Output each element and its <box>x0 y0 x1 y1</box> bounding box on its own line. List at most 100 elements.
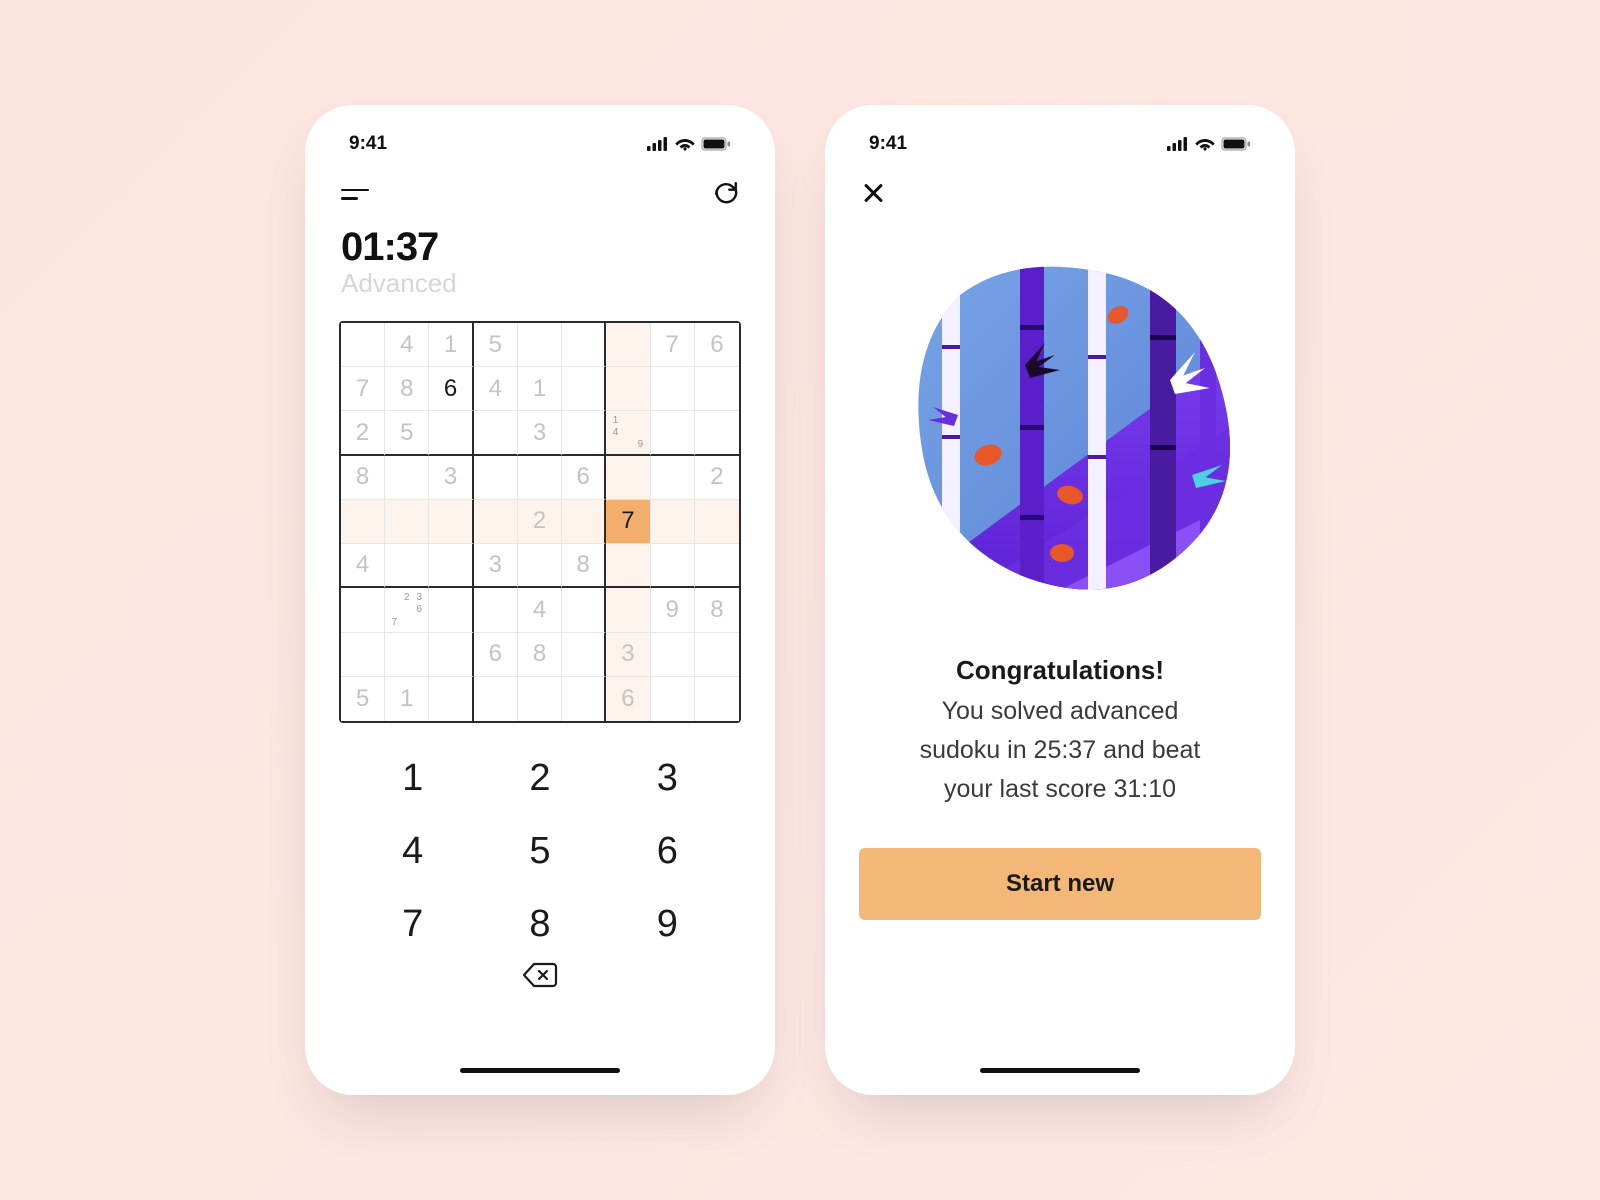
cell-5-6[interactable] <box>606 544 650 588</box>
cell-5-7[interactable] <box>651 544 695 588</box>
cell-3-8[interactable]: 2 <box>695 456 739 500</box>
cell-7-6[interactable]: 3 <box>606 633 650 677</box>
cell-8-1[interactable]: 1 <box>385 677 429 721</box>
cell-8-7[interactable] <box>651 677 695 721</box>
cell-4-8[interactable] <box>695 500 739 544</box>
key-1[interactable]: 1 <box>349 745 476 812</box>
cell-1-8[interactable] <box>695 367 739 411</box>
cell-6-2[interactable] <box>429 588 473 632</box>
cell-2-3[interactable] <box>474 411 518 455</box>
key-8[interactable]: 8 <box>476 891 603 958</box>
start-new-button[interactable]: Start new <box>859 848 1261 920</box>
top-bar <box>859 163 1261 205</box>
congrats-illustration <box>870 235 1250 615</box>
cell-0-1[interactable]: 4 <box>385 323 429 367</box>
cell-4-2[interactable] <box>429 500 473 544</box>
battery-icon <box>1221 137 1251 151</box>
cell-2-8[interactable] <box>695 411 739 455</box>
cell-6-0[interactable] <box>341 588 385 632</box>
cell-8-6[interactable]: 6 <box>606 677 650 721</box>
cell-5-3[interactable]: 3 <box>474 544 518 588</box>
cell-4-3[interactable] <box>474 500 518 544</box>
cell-4-5[interactable] <box>562 500 606 544</box>
cell-4-6[interactable]: 7 <box>606 500 650 544</box>
cell-0-5[interactable] <box>562 323 606 367</box>
key-5[interactable]: 5 <box>476 818 603 885</box>
cell-2-4[interactable]: 3 <box>518 411 562 455</box>
cell-6-5[interactable] <box>562 588 606 632</box>
cell-4-1[interactable] <box>385 500 429 544</box>
cell-8-4[interactable] <box>518 677 562 721</box>
cell-8-3[interactable] <box>474 677 518 721</box>
cell-1-1[interactable]: 8 <box>385 367 429 411</box>
cell-5-1[interactable] <box>385 544 429 588</box>
cell-1-7[interactable] <box>651 367 695 411</box>
cell-3-6[interactable] <box>606 456 650 500</box>
key-4[interactable]: 4 <box>349 818 476 885</box>
refresh-icon[interactable] <box>713 181 739 207</box>
erase-icon[interactable] <box>522 962 558 988</box>
cell-4-7[interactable] <box>651 500 695 544</box>
cell-6-3[interactable] <box>474 588 518 632</box>
cell-7-8[interactable] <box>695 633 739 677</box>
cell-5-2[interactable] <box>429 544 473 588</box>
cell-2-0[interactable]: 2 <box>341 411 385 455</box>
cell-1-6[interactable] <box>606 367 650 411</box>
cell-4-0[interactable] <box>341 500 385 544</box>
cell-0-6[interactable] <box>606 323 650 367</box>
cell-4-4[interactable]: 2 <box>518 500 562 544</box>
cell-7-5[interactable] <box>562 633 606 677</box>
cell-7-1[interactable] <box>385 633 429 677</box>
cell-1-0[interactable]: 7 <box>341 367 385 411</box>
cell-7-2[interactable] <box>429 633 473 677</box>
cell-7-0[interactable] <box>341 633 385 677</box>
cell-8-0[interactable]: 5 <box>341 677 385 721</box>
key-2[interactable]: 2 <box>476 745 603 812</box>
cell-2-2[interactable] <box>429 411 473 455</box>
cell-6-6[interactable] <box>606 588 650 632</box>
key-6[interactable]: 6 <box>604 818 731 885</box>
cell-5-5[interactable]: 8 <box>562 544 606 588</box>
cell-1-5[interactable] <box>562 367 606 411</box>
cell-3-2[interactable]: 3 <box>429 456 473 500</box>
cell-3-7[interactable] <box>651 456 695 500</box>
cell-1-3[interactable]: 4 <box>474 367 518 411</box>
cell-0-3[interactable]: 5 <box>474 323 518 367</box>
cell-6-4[interactable]: 4 <box>518 588 562 632</box>
cell-7-3[interactable]: 6 <box>474 633 518 677</box>
key-3[interactable]: 3 <box>604 745 731 812</box>
cell-6-7[interactable]: 9 <box>651 588 695 632</box>
cell-8-2[interactable] <box>429 677 473 721</box>
cell-2-6[interactable]: 149 <box>606 411 650 455</box>
cell-0-0[interactable] <box>341 323 385 367</box>
cell-0-7[interactable]: 7 <box>651 323 695 367</box>
close-icon[interactable] <box>861 181 885 205</box>
cell-7-7[interactable] <box>651 633 695 677</box>
cell-2-5[interactable] <box>562 411 606 455</box>
cell-0-2[interactable]: 1 <box>429 323 473 367</box>
cell-1-4[interactable]: 1 <box>518 367 562 411</box>
cell-6-1[interactable]: 2367 <box>385 588 429 632</box>
cell-2-1[interactable]: 5 <box>385 411 429 455</box>
cell-0-8[interactable]: 6 <box>695 323 739 367</box>
cell-3-5[interactable]: 6 <box>562 456 606 500</box>
menu-icon[interactable] <box>341 184 369 204</box>
cell-5-0[interactable]: 4 <box>341 544 385 588</box>
cell-1-2[interactable]: 6 <box>429 367 473 411</box>
key-9[interactable]: 9 <box>604 891 731 958</box>
status-time: 9:41 <box>349 133 387 155</box>
cell-6-8[interactable]: 8 <box>695 588 739 632</box>
cell-5-8[interactable] <box>695 544 739 588</box>
key-7[interactable]: 7 <box>349 891 476 958</box>
cell-3-1[interactable] <box>385 456 429 500</box>
cell-2-7[interactable] <box>651 411 695 455</box>
cell-0-4[interactable] <box>518 323 562 367</box>
cell-3-0[interactable]: 8 <box>341 456 385 500</box>
cell-3-3[interactable] <box>474 456 518 500</box>
cell-8-8[interactable] <box>695 677 739 721</box>
cell-3-4[interactable] <box>518 456 562 500</box>
cell-7-4[interactable]: 8 <box>518 633 562 677</box>
cell-8-5[interactable] <box>562 677 606 721</box>
cell-5-4[interactable] <box>518 544 562 588</box>
timer: 01:37 <box>341 225 739 270</box>
